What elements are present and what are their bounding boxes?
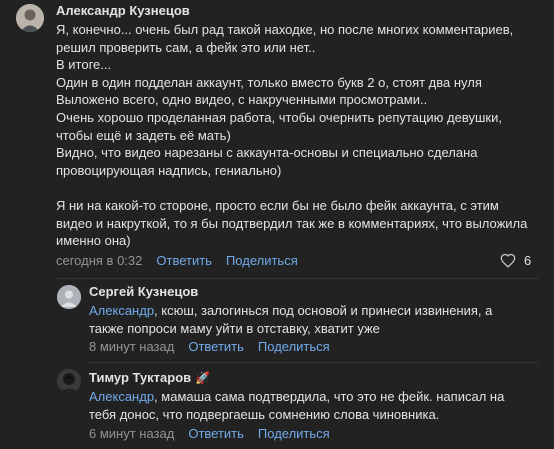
mention-link[interactable]: Александр [89, 303, 154, 318]
share-button[interactable]: Поделиться [258, 339, 330, 354]
reply-text: Александр, ксюш, залогинься под основой … [89, 302, 519, 337]
comment-time[interactable]: сегодня в 0:32 [56, 253, 142, 268]
reply-meta: 6 минут назад Ответить Поделиться [89, 426, 330, 441]
reply-text: Александр, мамаша сама подтвердила, что … [89, 388, 519, 423]
comment-meta: сегодня в 0:32 Ответить Поделиться [56, 253, 298, 268]
like-button[interactable]: 6 [500, 253, 531, 268]
mention-link[interactable]: Александр [89, 389, 154, 404]
heart-icon [500, 253, 516, 268]
divider [56, 278, 538, 279]
avatar-photo [16, 4, 44, 32]
avatar[interactable] [57, 285, 81, 309]
author-name[interactable]: Александр Кузнецов [56, 3, 190, 18]
share-button[interactable]: Поделиться [226, 253, 298, 268]
avatar[interactable] [57, 369, 81, 393]
comment-text: Я, конечно... очень был рад такой находк… [56, 22, 528, 249]
author-name[interactable]: Тимур Туктаров 🚀 [89, 370, 210, 385]
reply-time[interactable]: 8 минут назад [89, 339, 174, 354]
like-count: 6 [524, 253, 532, 268]
user-placeholder-icon [57, 285, 81, 309]
reply-button[interactable]: Ответить [188, 339, 244, 354]
divider [89, 362, 538, 363]
rocket-icon: 🚀 [195, 371, 211, 385]
reply-button[interactable]: Ответить [156, 253, 212, 268]
author-name[interactable]: Сергей Кузнецов [89, 284, 198, 299]
share-button[interactable]: Поделиться [258, 426, 330, 441]
reply-meta: 8 минут назад Ответить Поделиться [89, 339, 330, 354]
author-name-text: Тимур Туктаров [89, 370, 192, 385]
avatar[interactable] [16, 4, 44, 32]
reply-time[interactable]: 6 минут назад [89, 426, 174, 441]
avatar-photo [57, 369, 81, 393]
reply-button[interactable]: Ответить [188, 426, 244, 441]
